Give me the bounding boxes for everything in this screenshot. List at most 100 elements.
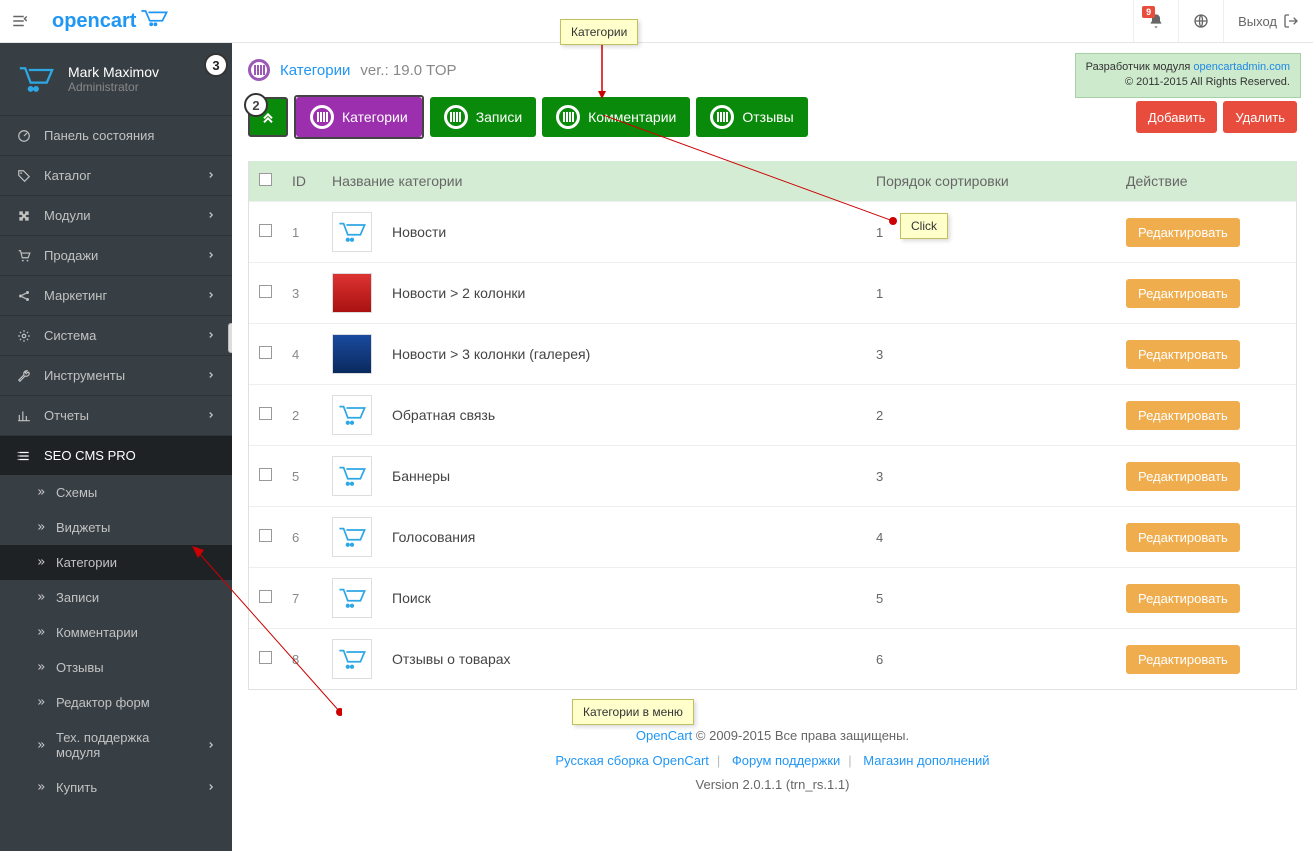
nav-label: Продажи (44, 248, 98, 263)
row-checkbox[interactable] (259, 468, 272, 481)
row-id: 3 (282, 263, 322, 324)
row-name: Поиск (382, 568, 866, 629)
nav-item-gear[interactable]: Система (0, 315, 232, 355)
nav-item-tag[interactable]: Каталог (0, 155, 232, 195)
subnav-label: Категории (56, 555, 117, 570)
delete-button[interactable]: Удалить (1223, 101, 1297, 133)
tab-label: Комментарии (588, 109, 676, 125)
category-thumbnail (332, 212, 372, 252)
tab-records[interactable]: Записи (430, 97, 536, 137)
row-id: 7 (282, 568, 322, 629)
table-row: 1Новости1Редактировать (249, 202, 1296, 263)
bars-icon (310, 105, 334, 129)
callout-click: Click (900, 213, 948, 239)
signout-icon (1283, 13, 1299, 29)
row-name: Баннеры (382, 446, 866, 507)
chevron-right-icon (206, 738, 216, 753)
footer-copyright: © 2009-2015 Все права защищены. (692, 728, 909, 743)
footer-link-russian[interactable]: Русская сборка OpenCart (555, 753, 708, 768)
edit-button[interactable]: Редактировать (1126, 523, 1240, 552)
subnav-item[interactable]: Комментарии (0, 615, 232, 650)
select-all-checkbox[interactable] (259, 173, 272, 186)
chart-icon (16, 409, 32, 423)
category-thumbnail (332, 517, 372, 557)
edit-button[interactable]: Редактировать (1126, 584, 1240, 613)
add-button[interactable]: Добавить (1136, 101, 1217, 133)
edit-button[interactable]: Редактировать (1126, 401, 1240, 430)
row-checkbox[interactable] (259, 651, 272, 664)
logo-text: opencart (52, 10, 136, 33)
cart-icon (16, 249, 32, 263)
subnav-label: Купить (56, 780, 97, 795)
callout-menu: Категории в меню (572, 699, 694, 725)
subnav-item[interactable]: Редактор форм (0, 685, 232, 720)
edit-button[interactable]: Редактировать (1126, 645, 1240, 674)
tab-label: Отзывы (742, 109, 793, 125)
nav-item-list[interactable]: SEO CMS PRO (0, 435, 232, 475)
nav-item-chart[interactable]: Отчеты (0, 395, 232, 435)
row-checkbox[interactable] (259, 224, 272, 237)
footer-opencart-link[interactable]: OpenCart (636, 728, 692, 743)
subnav-label: Комментарии (56, 625, 138, 640)
subnav-item[interactable]: Отзывы (0, 650, 232, 685)
row-sort: 3 (866, 446, 1116, 507)
row-checkbox[interactable] (259, 529, 272, 542)
nav-label: Панель состояния (44, 128, 154, 143)
table-row: 7Поиск5Редактировать (249, 568, 1296, 629)
row-name: Новости > 2 колонки (382, 263, 866, 324)
nav-item-cart[interactable]: Продажи (0, 235, 232, 275)
tab-reviews[interactable]: Отзывы (696, 97, 807, 137)
developer-info-box: Разработчик модуля opencartadmin.com © 2… (1075, 53, 1301, 98)
nav-item-puzzle[interactable]: Модули (0, 195, 232, 235)
edit-button[interactable]: Редактировать (1126, 279, 1240, 308)
subnav-item[interactable]: Купить (0, 770, 232, 805)
header-name[interactable]: Название категории (322, 161, 866, 202)
notification-badge: 9 (1142, 6, 1155, 18)
sidebar-toggle[interactable] (0, 12, 40, 30)
row-checkbox[interactable] (259, 590, 272, 603)
logout-button[interactable]: Выход (1223, 0, 1313, 42)
logo[interactable]: opencart (52, 9, 168, 33)
row-checkbox[interactable] (259, 346, 272, 359)
subnav-item[interactable]: Тех. поддержка модуля (0, 720, 232, 770)
subnav-item[interactable]: Виджеты (0, 510, 232, 545)
tab-categories[interactable]: Категории (296, 97, 422, 137)
notifications-button[interactable]: 9 (1133, 0, 1178, 42)
help-button[interactable] (1178, 0, 1223, 42)
chevron-right-icon (206, 168, 216, 183)
nav-item-dashboard[interactable]: Панель состояния (0, 115, 232, 155)
page-title: Категории (280, 62, 350, 79)
row-checkbox[interactable] (259, 285, 272, 298)
subnav-item[interactable]: Записи (0, 580, 232, 615)
annotation-badge-3: 3 (204, 53, 228, 77)
edit-button[interactable]: Редактировать (1126, 340, 1240, 369)
double-chevron-right-icon (36, 738, 46, 753)
tab-label: Записи (476, 109, 522, 125)
row-sort: 3 (866, 324, 1116, 385)
profile-avatar (16, 59, 56, 99)
category-thumbnail (332, 639, 372, 679)
chevron-right-icon (206, 368, 216, 383)
logout-label: Выход (1238, 14, 1277, 29)
header-sort[interactable]: Порядок сортировки (866, 161, 1116, 202)
header-action: Действие (1116, 161, 1296, 202)
nav-item-share[interactable]: Маркетинг (0, 275, 232, 315)
header-id[interactable]: ID (282, 161, 322, 202)
subnav-item[interactable]: Схемы (0, 475, 232, 510)
edit-button[interactable]: Редактировать (1126, 218, 1240, 247)
nav-item-wrench[interactable]: Инструменты (0, 355, 232, 395)
table-row: 8Отзывы о товарах6Редактировать (249, 629, 1296, 690)
bars-icon (710, 105, 734, 129)
tag-icon (16, 169, 32, 183)
dev-link[interactable]: opencartadmin.com (1193, 61, 1290, 73)
nav-label: Модули (44, 208, 91, 223)
row-sort: 4 (866, 507, 1116, 568)
row-checkbox[interactable] (259, 407, 272, 420)
tab-comments[interactable]: Комментарии (542, 97, 690, 137)
footer-link-forum[interactable]: Форум поддержки (732, 753, 840, 768)
footer-link-addons[interactable]: Магазин дополнений (863, 753, 989, 768)
edit-button[interactable]: Редактировать (1126, 462, 1240, 491)
subnav-item[interactable]: Категории (0, 545, 232, 580)
subnav-label: Схемы (56, 485, 97, 500)
sidebar: Mark Maximov Administrator 3 Панель сост… (0, 43, 232, 851)
